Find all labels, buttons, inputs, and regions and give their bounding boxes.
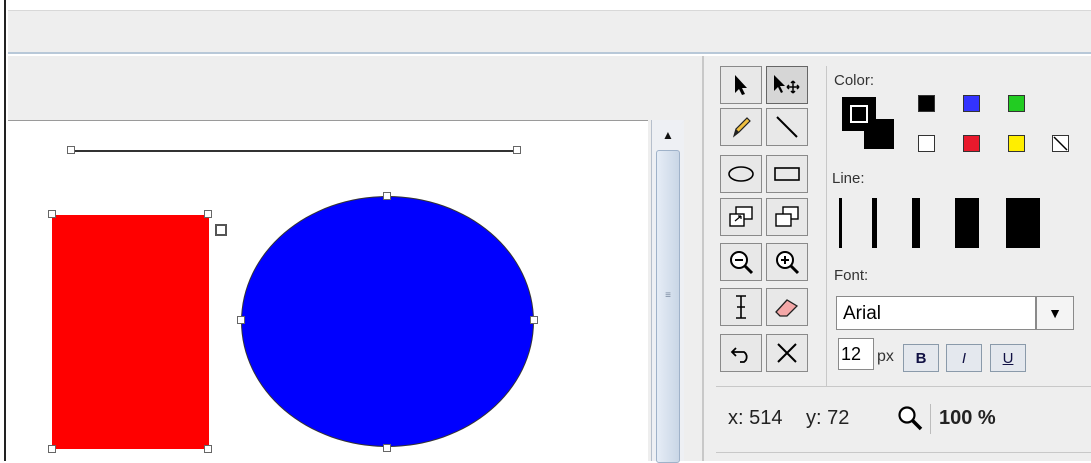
undo-tool-button[interactable] [720, 334, 762, 372]
selection-handle[interactable] [383, 444, 391, 452]
panel-divider [826, 66, 827, 386]
select-arrow-icon [735, 75, 747, 95]
zoom-in-icon [776, 251, 800, 275]
resize-image-icon [729, 206, 753, 227]
zoom-out-icon [730, 251, 754, 275]
undo-icon [730, 347, 748, 363]
foreground-color-swatch[interactable] [842, 97, 876, 131]
window-left-border [0, 0, 6, 461]
duplicate-icon [775, 206, 799, 227]
line-width-option-2[interactable] [872, 198, 877, 248]
color-label: Color: [834, 72, 875, 89]
palette-white-swatch[interactable] [918, 135, 935, 152]
zoom-divider [930, 404, 931, 434]
rectangle-icon [774, 167, 800, 181]
select-tool-button[interactable] [720, 66, 762, 104]
scroll-thumb[interactable]: ≡ [656, 150, 680, 463]
selection-handle[interactable] [237, 316, 245, 324]
text-cursor-icon [736, 295, 746, 319]
zoom-out-tool-button[interactable] [720, 243, 762, 281]
line-width-option-1[interactable] [839, 198, 842, 248]
vertical-scrollbar[interactable]: ▲ ≡ [651, 120, 684, 463]
fg-bg-color-selector[interactable] [842, 97, 900, 153]
delete-tool-button[interactable] [766, 334, 808, 372]
selection-handle[interactable] [530, 316, 538, 324]
selection-handle[interactable] [383, 192, 391, 200]
scroll-up-arrow[interactable]: ▲ [656, 124, 680, 146]
selection-handle[interactable] [204, 210, 212, 218]
font-name-select[interactable]: Arial [836, 296, 1036, 330]
palette-yellow-swatch[interactable] [1008, 135, 1025, 152]
zoom-in-tool-button[interactable] [766, 243, 808, 281]
palette-red-swatch[interactable] [963, 135, 980, 152]
palette-blue-swatch[interactable] [963, 95, 980, 112]
line-width-option-3[interactable] [912, 198, 920, 248]
x-coordinate: x: 514 [728, 407, 783, 429]
font-size-unit: px [877, 348, 894, 365]
y-coordinate: y: 72 [806, 407, 850, 429]
resize-image-tool-button[interactable] [720, 198, 762, 236]
bottom-divider [716, 452, 1091, 453]
window-title-bar [8, 10, 1091, 54]
zoom-icon[interactable] [897, 405, 923, 436]
ellipse-tool-button[interactable] [720, 155, 762, 193]
ellipse-icon [728, 166, 754, 182]
selection-handle[interactable] [513, 146, 521, 154]
delete-x-icon [777, 343, 797, 363]
font-label: Font: [834, 267, 869, 284]
pencil-tool-button[interactable] [720, 108, 762, 146]
status-divider [716, 386, 1091, 387]
no-fill-icon [1053, 136, 1068, 151]
line-shape[interactable] [72, 150, 518, 152]
line-width-option-5[interactable] [1006, 198, 1040, 248]
duplicate-tool-button[interactable] [766, 198, 808, 236]
scroll-grip-icon: ≡ [665, 290, 671, 301]
italic-button[interactable]: I [946, 344, 982, 372]
selection-handle[interactable] [204, 445, 212, 453]
rectangle-tool-button[interactable] [766, 155, 808, 193]
selection-handle[interactable] [48, 445, 56, 453]
zoom-level: 100 % [939, 407, 996, 429]
line-label: Line: [832, 170, 865, 187]
rotate-handle-icon[interactable] [215, 224, 227, 236]
font-size-input[interactable]: 12 [838, 338, 874, 370]
eraser-icon [775, 299, 799, 317]
palette-black-swatch[interactable] [918, 95, 935, 112]
text-tool-button[interactable] [720, 288, 762, 326]
red-rectangle-shape[interactable] [52, 215, 209, 449]
palette-no-fill-swatch[interactable] [1052, 135, 1069, 152]
underline-button[interactable]: U [990, 344, 1026, 372]
palette-green-swatch[interactable] [1008, 95, 1025, 112]
line-width-option-4[interactable] [955, 198, 979, 248]
blue-ellipse-shape[interactable] [241, 196, 534, 447]
eraser-tool-button[interactable] [766, 288, 808, 326]
line-tool-button[interactable] [766, 108, 808, 146]
move-tool-button[interactable] [766, 66, 808, 104]
pencil-icon [732, 117, 751, 138]
bold-button[interactable]: B [903, 344, 939, 372]
selection-handle[interactable] [48, 210, 56, 218]
selection-handle[interactable] [67, 146, 75, 154]
move-arrow-icon [774, 75, 800, 94]
font-dropdown-arrow-icon[interactable]: ▼ [1036, 296, 1074, 330]
line-icon [776, 116, 798, 138]
